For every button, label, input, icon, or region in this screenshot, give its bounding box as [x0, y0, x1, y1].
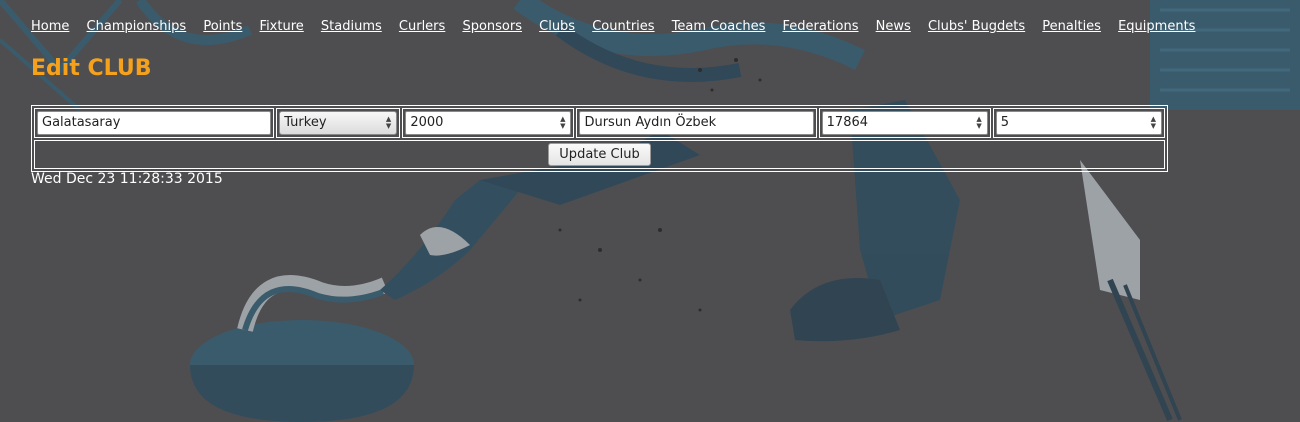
update-club-button[interactable]: Update Club — [548, 143, 651, 166]
number-cell: 17864 ▲ ▼ — [818, 108, 991, 138]
small-number-value: 5 — [1000, 115, 1010, 130]
year-value: 2000 — [410, 115, 444, 130]
nav-link-championships[interactable]: Championships — [87, 19, 187, 34]
main-navigation: Home Championships Points Fixture Stadiu… — [31, 19, 1208, 34]
president-input[interactable]: Dursun Aydın Özbek — [579, 111, 814, 135]
nav-link-home[interactable]: Home — [31, 19, 69, 34]
edit-club-form: Galatasaray Turkey ▲ ▼ 2000 ▲ ▼ Dursun Ayd… — [31, 105, 1168, 172]
number-stepper-icon[interactable]: ▲ ▼ — [560, 116, 565, 130]
nav-link-clubs[interactable]: Clubs — [539, 19, 575, 34]
year-cell: 2000 ▲ ▼ — [402, 108, 575, 138]
nav-link-penalties[interactable]: Penalties — [1042, 19, 1101, 34]
year-number-input[interactable]: 2000 ▲ ▼ — [405, 111, 572, 135]
select-arrows-icon: ▲ ▼ — [385, 115, 392, 130]
president-cell: Dursun Aydın Özbek — [576, 108, 817, 138]
number-value: 17864 — [826, 115, 869, 130]
nav-link-federations[interactable]: Federations — [783, 19, 859, 34]
country-cell: Turkey ▲ ▼ — [276, 108, 401, 138]
country-selected-value: Turkey — [284, 115, 327, 130]
number-stepper-icon[interactable]: ▲ ▼ — [976, 116, 981, 130]
submit-cell: Update Club — [34, 140, 1165, 169]
club-name-input[interactable]: Galatasaray — [37, 111, 272, 135]
country-select[interactable]: Turkey ▲ ▼ — [279, 111, 398, 135]
nav-link-sponsors[interactable]: Sponsors — [462, 19, 522, 34]
form-submit-row: Update Club — [34, 140, 1165, 169]
nav-link-news[interactable]: News — [876, 19, 911, 34]
small-number-cell: 5 ▲ ▼ — [992, 108, 1165, 138]
nav-link-stadiums[interactable]: Stadiums — [321, 19, 382, 34]
nav-link-equipments[interactable]: Equipments — [1118, 19, 1195, 34]
nav-link-curlers[interactable]: Curlers — [399, 19, 445, 34]
nav-link-clubs-budgets[interactable]: Clubs' Bugdets — [928, 19, 1025, 34]
form-fields-row: Galatasaray Turkey ▲ ▼ 2000 ▲ ▼ Dursun Ayd… — [34, 108, 1165, 138]
number-stepper-icon[interactable]: ▲ ▼ — [1151, 116, 1156, 130]
small-number-input[interactable]: 5 ▲ ▼ — [995, 111, 1162, 135]
nav-link-fixture[interactable]: Fixture — [260, 19, 304, 34]
page-title: Edit CLUB — [31, 56, 152, 81]
background-curling-illustration — [0, 0, 1300, 422]
club-name-cell: Galatasaray — [34, 108, 275, 138]
number-input[interactable]: 17864 ▲ ▼ — [821, 111, 988, 135]
nav-link-countries[interactable]: Countries — [592, 19, 654, 34]
nav-link-team-coaches[interactable]: Team Coaches — [672, 19, 766, 34]
timestamp-text: Wed Dec 23 11:28:33 2015 — [31, 171, 223, 187]
nav-link-points[interactable]: Points — [203, 19, 242, 34]
